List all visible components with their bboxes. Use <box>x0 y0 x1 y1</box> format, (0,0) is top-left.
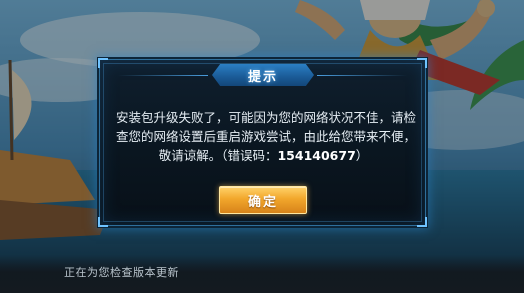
dialog-corner-ornament <box>98 217 108 227</box>
dialog-corner-ornament <box>417 58 427 68</box>
loading-status-text: 正在为您检查版本更新 <box>64 266 179 279</box>
title-divider-right <box>317 75 407 76</box>
dialog-title: 提示 <box>247 69 278 85</box>
error-dialog: 提示 安装包升级失败了，可能因为您的网络状况不佳，请检 查您的网络设置后重启游戏… <box>98 58 427 227</box>
dialog-message: 安装包升级失败了，可能因为您的网络状况不佳，请检 查您的网络设置后重启游戏尝试，… <box>116 108 417 165</box>
error-code-suffix: ） <box>355 148 369 163</box>
message-line-2: 查您的网络设置后重启游戏尝试，由此给您带来不便， <box>116 129 417 144</box>
loading-status-bar: 正在为您检查版本更新 <box>0 255 524 293</box>
confirm-button-label: 确定 <box>247 194 278 210</box>
dialog-corner-ornament <box>98 58 108 68</box>
error-code: 154140677 <box>277 148 356 163</box>
error-code-prefix: 敬请谅解。（错误码： <box>158 148 278 163</box>
message-line-1: 安装包升级失败了，可能因为您的网络状况不佳，请检 <box>116 110 417 125</box>
title-divider-left <box>118 75 208 76</box>
confirm-button[interactable]: 确定 <box>219 186 307 214</box>
dialog-title-plate: 提示 <box>212 64 314 86</box>
message-line-3: 敬请谅解。（错误码：154140677） <box>116 146 411 165</box>
dialog-corner-ornament <box>417 217 427 227</box>
